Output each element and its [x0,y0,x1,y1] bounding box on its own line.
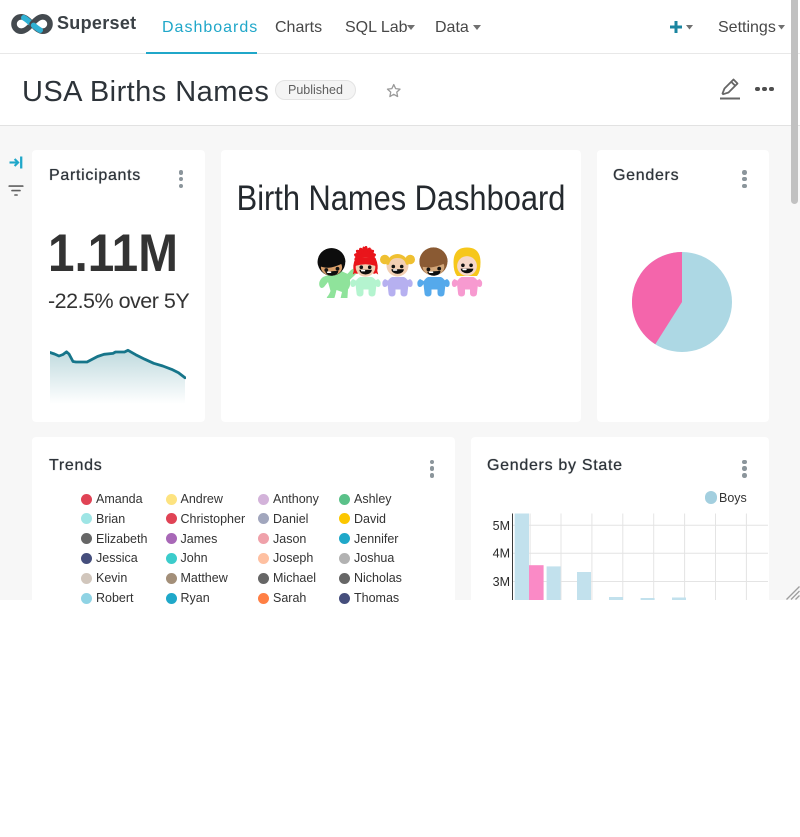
svg-text:3M: 3M [493,575,510,589]
svg-text:4M: 4M [493,547,510,561]
svg-text:5M: 5M [493,519,510,533]
